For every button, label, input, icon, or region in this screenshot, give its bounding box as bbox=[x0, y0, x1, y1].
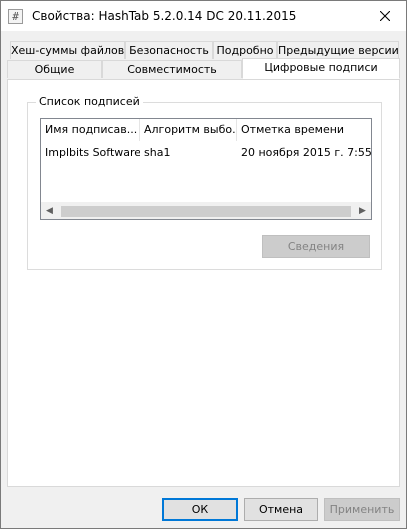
signature-list-label: Список подписей bbox=[36, 95, 143, 108]
tab-digital-signatures[interactable]: Цифровые подписи bbox=[242, 58, 400, 79]
close-icon bbox=[380, 11, 390, 21]
digital-signatures-panel: Список подписей Имя подписав... Алгоритм… bbox=[7, 79, 400, 487]
tab-general[interactable]: Общие bbox=[7, 60, 102, 78]
tab-security[interactable]: Безопасность bbox=[125, 41, 213, 59]
details-button[interactable]: Сведения bbox=[262, 235, 370, 258]
scroll-thumb[interactable] bbox=[61, 206, 351, 217]
tab-previous-versions[interactable]: Предыдущие версии bbox=[277, 41, 399, 59]
window-title: Свойства: HashTab 5.2.0.14 DC 20.11.2015 bbox=[32, 9, 297, 23]
column-header-signer[interactable]: Имя подписав... bbox=[41, 119, 140, 141]
signature-list[interactable]: Имя подписав... Алгоритм выбо... Отметка… bbox=[40, 118, 372, 220]
column-header-algorithm[interactable]: Алгоритм выбо... bbox=[140, 119, 237, 141]
tab-compatibility[interactable]: Совместимость bbox=[102, 60, 242, 78]
list-header: Имя подписав... Алгоритм выбо... Отметка… bbox=[41, 119, 371, 141]
title-bar[interactable]: # Свойства: HashTab 5.2.0.14 DC 20.11.20… bbox=[1, 1, 406, 31]
scroll-right-icon[interactable]: ▶ bbox=[354, 203, 371, 219]
scroll-left-icon[interactable]: ◀ bbox=[41, 203, 58, 219]
horizontal-scrollbar[interactable]: ◀ ▶ bbox=[41, 202, 371, 219]
signer-name: Implbits Software,... bbox=[45, 146, 140, 159]
tab-hash-sums[interactable]: Хеш-суммы файлов bbox=[10, 41, 125, 59]
tab-details[interactable]: Подробно bbox=[213, 41, 277, 59]
app-icon: # bbox=[8, 9, 23, 24]
digest-algorithm: sha1 bbox=[144, 146, 171, 159]
apply-button[interactable]: Применить bbox=[324, 498, 400, 521]
timestamp: 20 ноября 2015 г. 7:55:... bbox=[241, 146, 371, 159]
column-header-timestamp[interactable]: Отметка времени bbox=[237, 119, 371, 141]
properties-window: # Свойства: HashTab 5.2.0.14 DC 20.11.20… bbox=[0, 0, 407, 529]
signature-list-group: Список подписей Имя подписав... Алгоритм… bbox=[27, 95, 382, 270]
list-item[interactable]: Implbits Software,... sha1 20 ноября 201… bbox=[41, 143, 371, 163]
cancel-button[interactable]: Отмена bbox=[244, 498, 318, 521]
close-button[interactable] bbox=[370, 5, 400, 27]
ok-button[interactable]: ОК bbox=[162, 498, 238, 521]
